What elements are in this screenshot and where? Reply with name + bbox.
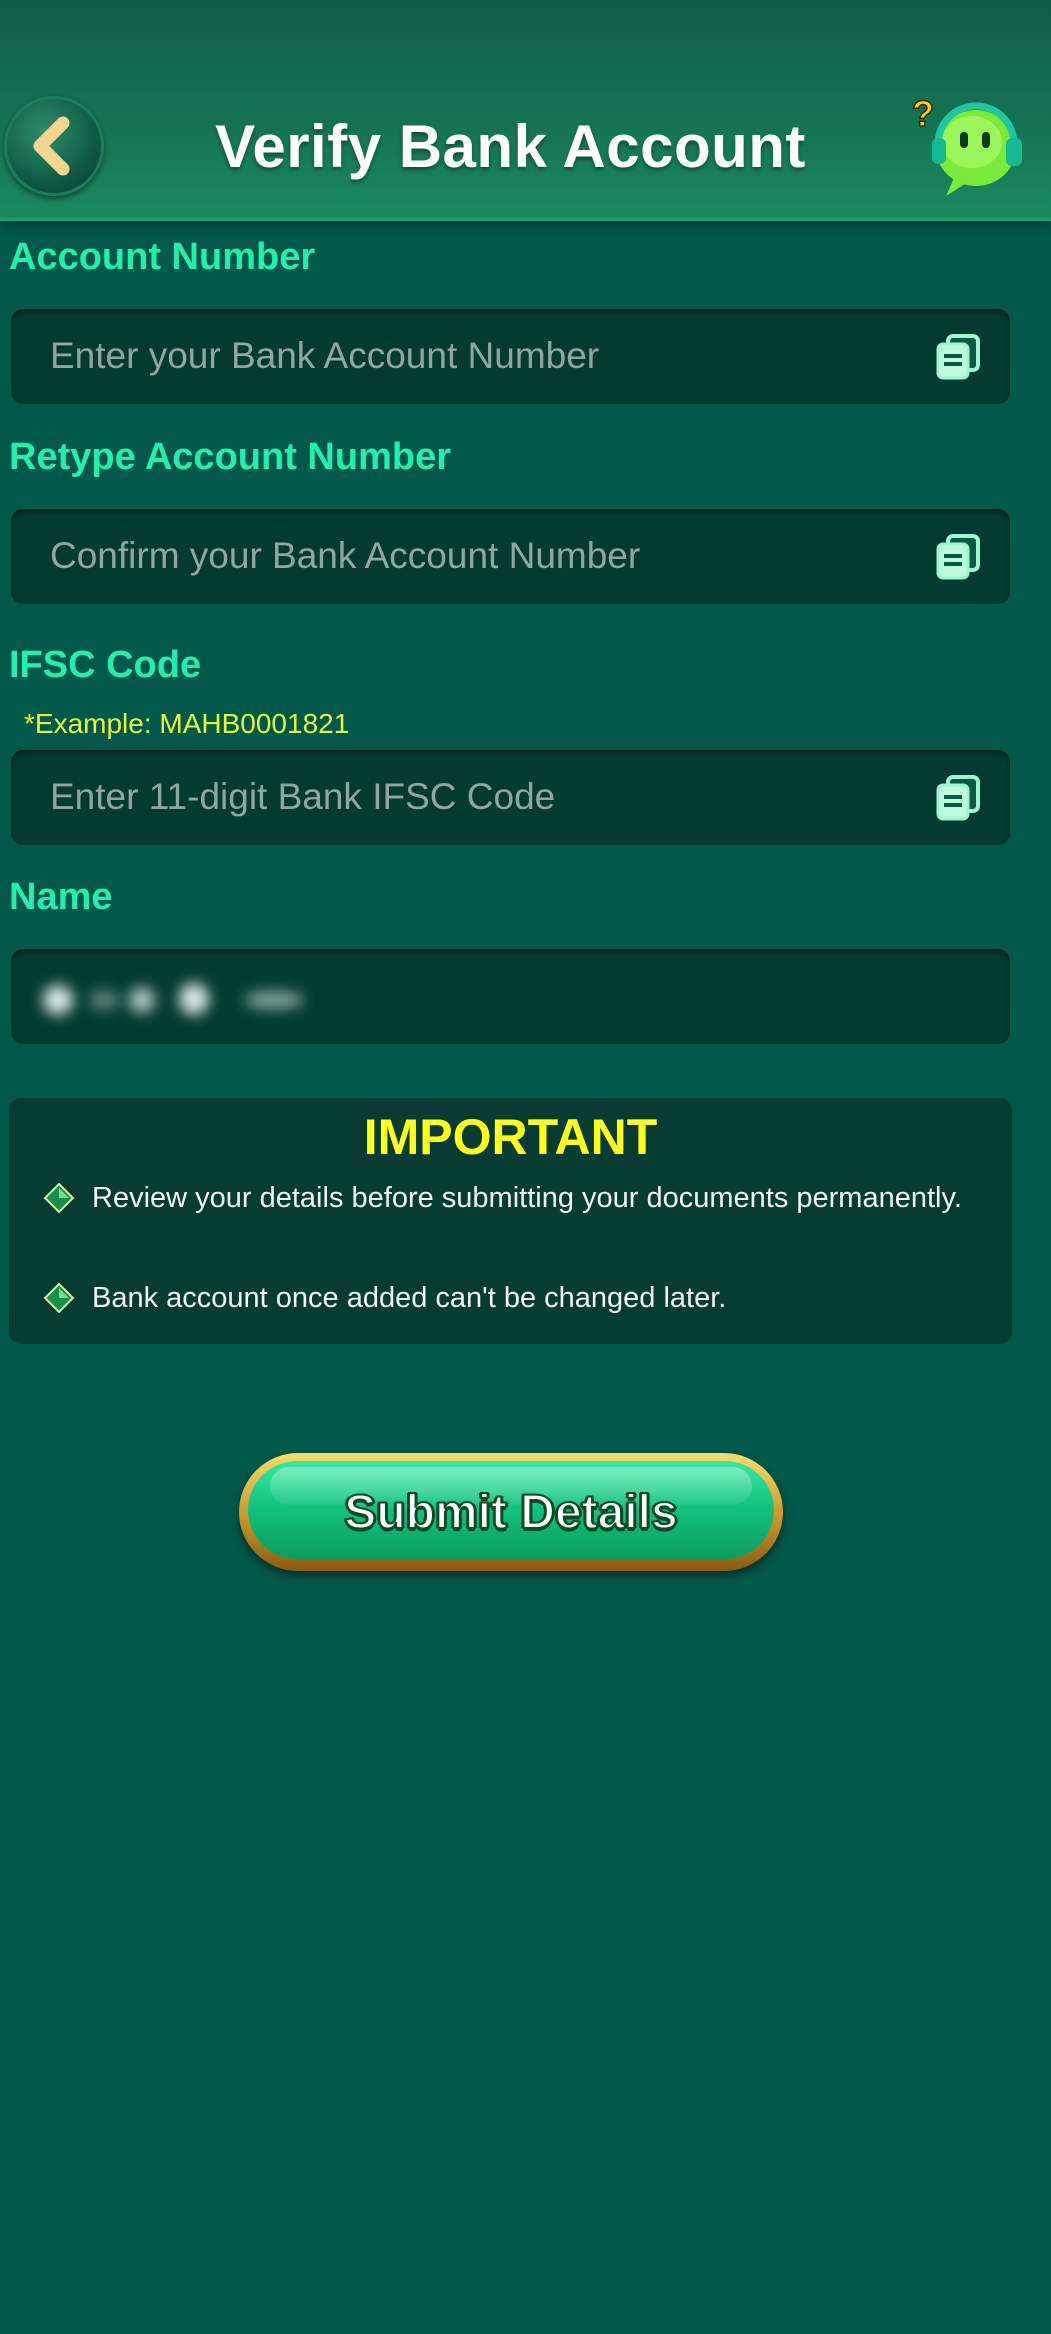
account-number-input[interactable]: Enter your Bank Account Number [9,307,1012,406]
important-notice: IMPORTANT Review your details before sub… [9,1098,1012,1344]
support-button[interactable]: ? [910,92,1028,202]
ifsc-code-placeholder: Enter 11-digit Bank IFSC Code [50,776,556,817]
retype-account-number-placeholder: Confirm your Bank Account Number [50,535,641,576]
name-input[interactable] [9,947,1012,1046]
diamond-bullet-icon [43,1182,75,1214]
headset-support-icon: ? [911,92,1022,196]
copy-icon[interactable] [934,332,984,382]
important-item: Bank account once added can't be changed… [92,1282,727,1314]
copy-icon[interactable] [934,773,984,823]
ifsc-code-label: IFSC Code [9,644,202,686]
important-title: IMPORTANT [363,1109,658,1165]
account-number-label: Account Number [9,236,316,278]
ifsc-code-input[interactable]: Enter 11-digit Bank IFSC Code [9,748,1012,847]
name-label: Name [9,876,113,918]
name-value-blurred [29,967,389,1031]
page-title: Verify Bank Account [215,113,806,180]
ifsc-example-text: *Example: MAHB0001821 [24,708,350,739]
diamond-bullet-icon [43,1282,75,1314]
copy-icon[interactable] [934,532,984,582]
retype-account-number-input[interactable]: Confirm your Bank Account Number [9,507,1012,606]
submit-details-label: Submit Details [343,1485,678,1540]
submit-details-button[interactable]: Submit Details [239,1453,783,1571]
account-number-placeholder: Enter your Bank Account Number [50,335,600,376]
app-header: Verify Bank Account ? [0,0,1051,221]
important-item: Review your details before submitting yo… [92,1182,962,1214]
retype-account-number-label: Retype Account Number [9,436,451,478]
svg-text:?: ? [912,93,934,134]
